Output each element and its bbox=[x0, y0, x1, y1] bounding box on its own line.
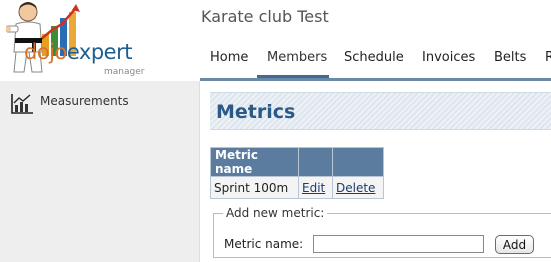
logo-subtitle: manager bbox=[104, 67, 145, 77]
add-metric-form: Add new metric: Metric name: Add bbox=[213, 206, 551, 258]
nav-invoices[interactable]: Invoices bbox=[422, 50, 475, 65]
logo-dojo-text: dojo bbox=[24, 40, 67, 64]
metrics-table: Metric name Sprint 100m Edit Delete bbox=[210, 147, 384, 199]
page: dojoexpert manager Karate club Test Home… bbox=[0, 0, 551, 262]
club-title: Karate club Test bbox=[201, 7, 329, 26]
nav-belts[interactable]: Belts bbox=[494, 50, 526, 65]
metric-name-label: Metric name: bbox=[224, 237, 304, 251]
nav-home[interactable]: Home bbox=[210, 50, 248, 65]
section-header: Metrics bbox=[210, 92, 551, 130]
dojoexpert-logo[interactable]: dojoexpert manager bbox=[0, 0, 200, 80]
nav-members[interactable]: Members bbox=[267, 50, 327, 65]
metric-name-cell: Sprint 100m bbox=[210, 176, 299, 199]
page-title: Metrics bbox=[216, 101, 296, 123]
sidebar: Measurements bbox=[0, 81, 200, 262]
metric-name-input[interactable] bbox=[313, 235, 484, 253]
chart-icon bbox=[11, 94, 33, 114]
delete-link[interactable]: Delete bbox=[336, 181, 375, 195]
logo-wordmark: dojoexpert bbox=[24, 40, 132, 64]
main-nav: Home Members Schedule Invoices Belts R bbox=[200, 41, 551, 81]
add-button[interactable]: Add bbox=[495, 235, 534, 254]
nav-r[interactable]: R bbox=[545, 50, 551, 65]
column-header-metric-name: Metric name bbox=[210, 147, 299, 177]
main-content: Metrics Metric name Sprint 100m Edit Del… bbox=[201, 84, 551, 262]
table-row: Sprint 100m Edit Delete bbox=[210, 176, 384, 199]
column-header-delete bbox=[332, 147, 384, 177]
karate-mascot-icon bbox=[6, 2, 80, 73]
table-header-row: Metric name bbox=[210, 147, 384, 177]
edit-cell: Edit bbox=[298, 176, 333, 199]
active-tab-indicator bbox=[257, 75, 329, 78]
delete-cell: Delete bbox=[332, 176, 384, 199]
logo-expert-text: expert bbox=[66, 40, 133, 64]
add-metric-legend: Add new metric: bbox=[226, 206, 325, 220]
edit-link[interactable]: Edit bbox=[302, 181, 325, 195]
nav-schedule[interactable]: Schedule bbox=[344, 50, 404, 65]
sidebar-item-measurements[interactable]: Measurements bbox=[10, 93, 129, 115]
sidebar-item-label: Measurements bbox=[40, 94, 129, 108]
column-header-edit bbox=[298, 147, 333, 177]
